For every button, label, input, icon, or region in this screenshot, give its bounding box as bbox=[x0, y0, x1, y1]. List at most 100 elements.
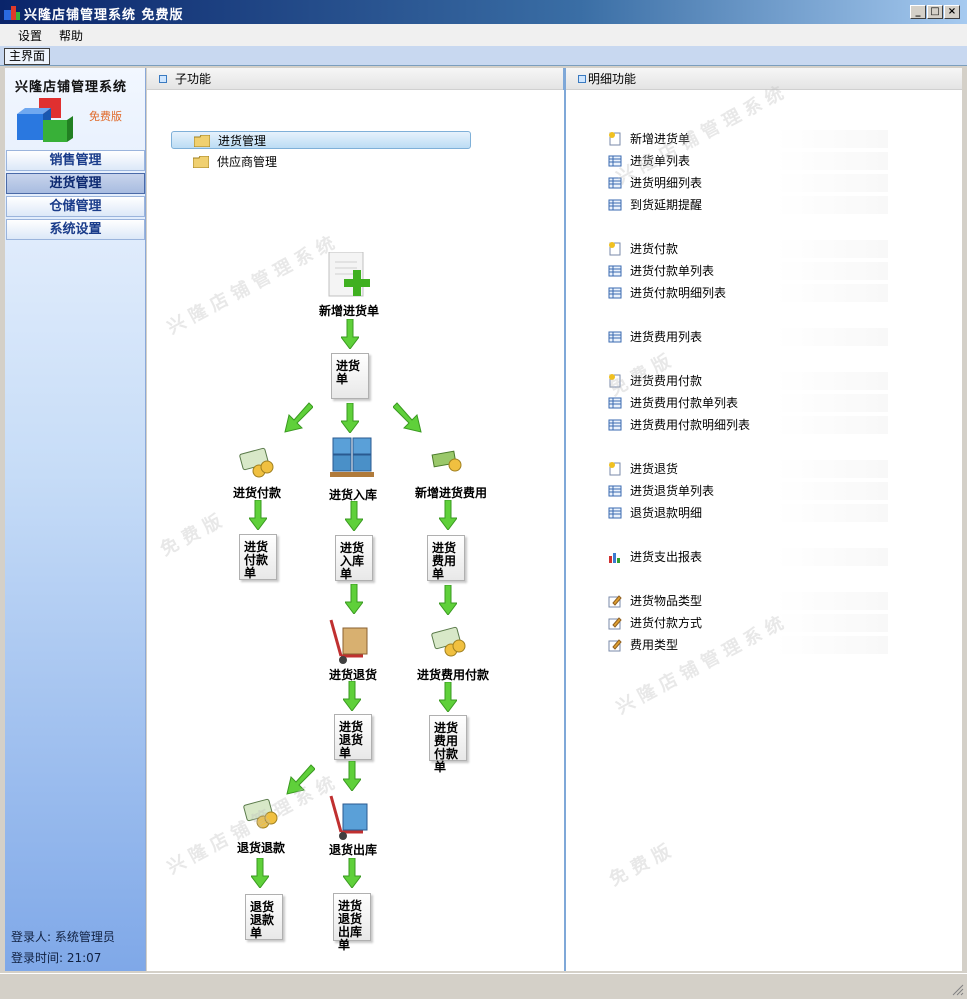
arrow-down-icon bbox=[345, 501, 363, 531]
detail-item[interactable]: 进货付款单列表 bbox=[608, 262, 888, 280]
detail-item-label: 进货物品类型 bbox=[630, 594, 703, 608]
detail-item-label: 费用类型 bbox=[630, 638, 679, 652]
nav-system[interactable]: 系统设置 bbox=[6, 219, 145, 240]
close-button[interactable]: × bbox=[944, 5, 960, 19]
return-out-icon[interactable] bbox=[327, 794, 375, 842]
detail-item-label: 进货退货单列表 bbox=[630, 484, 715, 498]
flow-payment[interactable]: 进货付款 bbox=[219, 484, 295, 501]
detail-item[interactable]: 到货延期提醒 bbox=[608, 196, 888, 214]
arrow-down-icon bbox=[343, 761, 361, 791]
return-cart-icon[interactable] bbox=[327, 618, 375, 666]
cash-icon[interactable] bbox=[429, 624, 469, 660]
arrow-down-icon bbox=[341, 403, 359, 433]
flow-return-out[interactable]: 退货出库 bbox=[317, 841, 389, 858]
detail-item[interactable]: 新增进货单 bbox=[608, 130, 888, 148]
flow-return-out-doc[interactable]: 进货退货出库单 bbox=[333, 893, 371, 952]
table-icon bbox=[608, 396, 622, 410]
detail-item-label: 进货单列表 bbox=[630, 154, 691, 168]
menu-settings[interactable]: 设置 bbox=[18, 27, 42, 44]
arrow-down-icon bbox=[251, 858, 269, 888]
detail-item-label: 进货付款单列表 bbox=[630, 264, 715, 278]
arrow-down-icon bbox=[345, 584, 363, 614]
bar-chart-icon bbox=[608, 550, 622, 564]
new-doc-icon bbox=[608, 462, 622, 476]
table-icon bbox=[608, 484, 622, 498]
nav-sales[interactable]: 销售管理 bbox=[6, 150, 145, 171]
nav-storage[interactable]: 仓储管理 bbox=[6, 196, 145, 217]
tree-item-supplier[interactable]: 供应商管理 bbox=[171, 153, 471, 171]
flow-return-doc[interactable]: 进货退货单 bbox=[334, 714, 372, 760]
resize-grip-icon[interactable] bbox=[952, 984, 964, 996]
flow-add-expense[interactable]: 新增进货费用 bbox=[403, 484, 499, 501]
flow-add-order[interactable]: 新增进货单 bbox=[309, 302, 389, 319]
tab-main[interactable]: 主界面 bbox=[4, 48, 51, 65]
maximize-button[interactable]: □ bbox=[927, 5, 943, 19]
detail-item[interactable]: 进货费用付款明细列表 bbox=[608, 416, 888, 434]
flow-expense-doc[interactable]: 进货费用单 bbox=[427, 535, 465, 581]
bullet-icon bbox=[159, 75, 167, 83]
window-title: 兴隆店铺管理系统 免费版 bbox=[24, 8, 184, 23]
detail-item[interactable]: 进货费用列表 bbox=[608, 328, 888, 346]
arrow-down-icon bbox=[341, 319, 359, 349]
arrow-down-right-icon bbox=[393, 402, 422, 433]
bullet-icon bbox=[578, 75, 586, 83]
flow-payment-doc[interactable]: 进货付款单 bbox=[239, 534, 277, 580]
flow-order-doc[interactable]: 进货单 bbox=[331, 353, 369, 399]
table-icon bbox=[608, 198, 622, 212]
tree-item-purchase[interactable]: 进货管理 bbox=[171, 131, 471, 149]
sub-panel: 进货管理 供应商管理 新增进货单 进货单 进货付款 进货入库 新增进货费用 进货… bbox=[147, 90, 564, 971]
app-icon bbox=[4, 6, 20, 20]
detail-item[interactable]: 进货付款方式 bbox=[608, 614, 888, 632]
nav-purchase[interactable]: 进货管理 bbox=[6, 173, 145, 194]
detail-panel-header: 明细功能 bbox=[566, 68, 962, 90]
tree-item-label: 供应商管理 bbox=[217, 155, 278, 169]
login-user: 登录人: 系统管理员 bbox=[11, 930, 115, 944]
detail-item[interactable]: 进货付款 bbox=[608, 240, 888, 258]
detail-item[interactable]: 进货物品类型 bbox=[608, 592, 888, 610]
arrow-down-icon bbox=[439, 500, 457, 530]
cash-icon[interactable] bbox=[237, 445, 277, 481]
flow-expense-payment[interactable]: 进货费用付款 bbox=[409, 666, 497, 683]
detail-item[interactable]: 费用类型 bbox=[608, 636, 888, 654]
edit-icon bbox=[608, 594, 622, 608]
detail-item[interactable]: 退货退款明细 bbox=[608, 504, 888, 522]
table-icon bbox=[608, 418, 622, 432]
flow-stock-in-doc[interactable]: 进货入库单 bbox=[335, 535, 373, 581]
arrow-down-icon bbox=[249, 500, 267, 530]
edit-icon bbox=[608, 616, 622, 630]
arrow-down-icon bbox=[343, 858, 361, 888]
menu-help[interactable]: 帮助 bbox=[59, 27, 83, 44]
detail-item-label: 进货支出报表 bbox=[630, 550, 703, 564]
detail-item[interactable]: 进货支出报表 bbox=[608, 548, 888, 566]
table-icon bbox=[608, 506, 622, 520]
edit-icon bbox=[608, 638, 622, 652]
arrow-down-icon bbox=[439, 682, 457, 712]
new-doc-icon bbox=[608, 374, 622, 388]
detail-item[interactable]: 进货退货 bbox=[608, 460, 888, 478]
watermark: 免费版 bbox=[156, 508, 231, 561]
detail-item-label: 进货费用付款 bbox=[630, 374, 703, 388]
detail-item-label: 进货退货 bbox=[630, 462, 679, 476]
cash-icon[interactable] bbox=[241, 796, 281, 832]
stock-in-icon[interactable] bbox=[329, 436, 375, 478]
detail-item[interactable]: 进货费用付款 bbox=[608, 372, 888, 390]
flow-refund-doc[interactable]: 退货退款单 bbox=[245, 894, 283, 940]
detail-item[interactable]: 进货单列表 bbox=[608, 152, 888, 170]
flow-refund[interactable]: 退货退款 bbox=[225, 839, 297, 856]
arrow-down-icon bbox=[343, 681, 361, 711]
detail-item-label: 进货明细列表 bbox=[630, 176, 703, 190]
new-order-icon[interactable] bbox=[327, 252, 373, 300]
tree-item-label: 进货管理 bbox=[218, 134, 267, 148]
detail-item-label: 到货延期提醒 bbox=[630, 198, 703, 212]
sub-panel-title: 子功能 bbox=[175, 72, 212, 86]
detail-item-label: 进货费用付款单列表 bbox=[630, 396, 739, 410]
arrow-down-left-icon bbox=[284, 402, 313, 433]
flow-expense-payment-doc[interactable]: 进货费用付款单 bbox=[429, 715, 467, 774]
detail-item[interactable]: 进货明细列表 bbox=[608, 174, 888, 192]
minimize-button[interactable]: _ bbox=[910, 5, 926, 19]
money-icon[interactable] bbox=[431, 447, 465, 473]
login-time: 登录时间: 21:07 bbox=[11, 951, 102, 965]
detail-item[interactable]: 进货费用付款单列表 bbox=[608, 394, 888, 412]
detail-item[interactable]: 进货退货单列表 bbox=[608, 482, 888, 500]
detail-item[interactable]: 进货付款明细列表 bbox=[608, 284, 888, 302]
